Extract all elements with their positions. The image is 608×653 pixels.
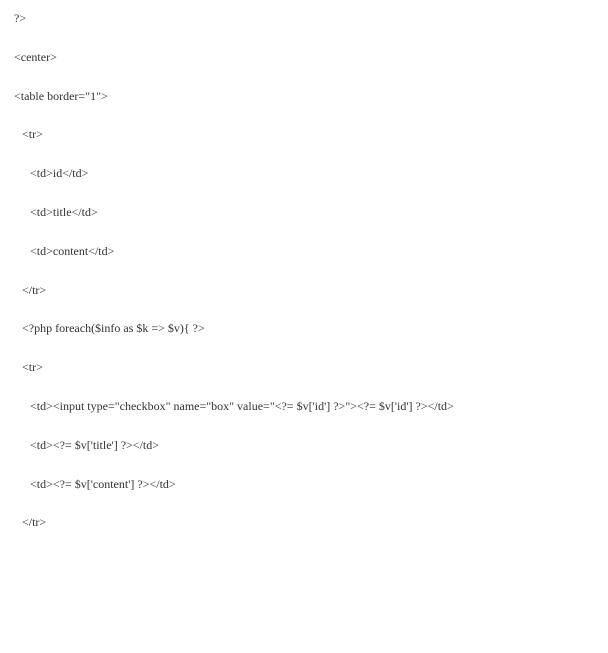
code-line: <center> [14, 49, 594, 66]
code-line: </tr> [14, 514, 594, 531]
code-line: <table border="1"> [14, 88, 594, 105]
code-line: <?php foreach($info as $k => $v){ ?> [14, 320, 594, 337]
code-line: <td><?= $v['title'] ?></td> [14, 437, 594, 454]
code-snippet: ?> <center> <table border="1"> <tr> <td>… [0, 0, 608, 569]
code-line: <td><input type="checkbox" name="box" va… [14, 398, 594, 415]
code-line: <td>title</td> [14, 204, 594, 221]
code-line: </tr> [14, 282, 594, 299]
code-line: <td>content</td> [14, 243, 594, 260]
code-line: ?> [14, 10, 594, 27]
code-line: <tr> [14, 126, 594, 143]
code-line: <td><?= $v['content'] ?></td> [14, 476, 594, 493]
code-line: <td>id</td> [14, 165, 594, 182]
code-line: <tr> [14, 359, 594, 376]
